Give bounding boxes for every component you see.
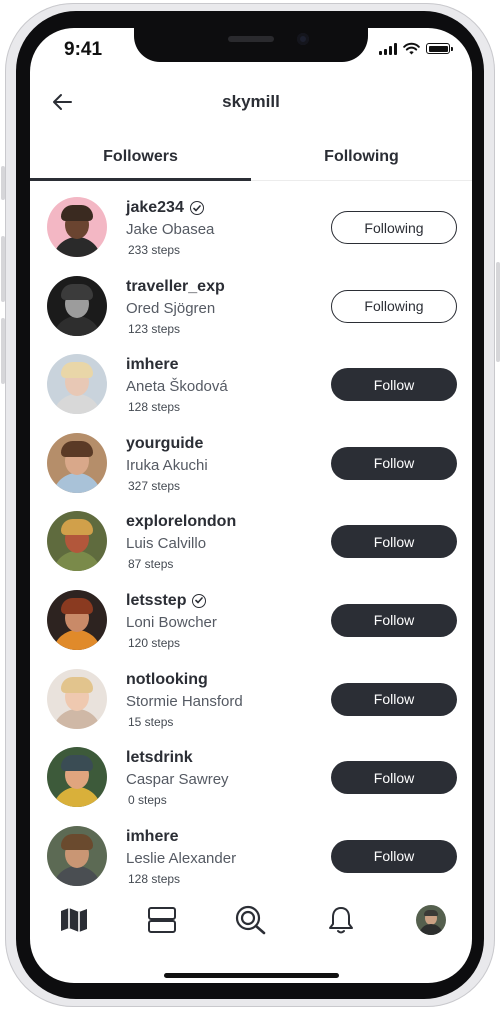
list-item[interactable]: imhere Leslie Alexander 128 steps Follow	[30, 816, 472, 895]
followers-list: jake234 Jake Obasea 233 steps Following trav…	[30, 187, 472, 894]
tab-bar: Followers Following	[30, 140, 472, 181]
status-time: 9:41	[64, 39, 103, 60]
tab-followers[interactable]: Followers	[30, 140, 251, 181]
speaker	[228, 36, 274, 42]
username-label: traveller_exp	[126, 277, 225, 295]
full-name: Jake Obasea	[126, 221, 215, 238]
nav-search[interactable]	[231, 900, 271, 940]
steps-count: 128 steps	[128, 871, 181, 886]
username-label: imhere	[126, 827, 179, 845]
follow-button[interactable]: Follow	[331, 682, 457, 716]
cellular-signal-icon	[379, 42, 397, 55]
tab-following[interactable]: Following	[251, 140, 472, 180]
username[interactable]: yourguide	[126, 435, 203, 453]
nav-feed[interactable]	[142, 900, 182, 940]
steps-count: 15 steps	[128, 714, 174, 729]
username-label: letsdrink	[126, 749, 193, 767]
username[interactable]: letsstep	[126, 591, 207, 610]
username-label: letsstep	[126, 591, 187, 609]
page-title: skymill	[222, 92, 280, 111]
username[interactable]: imhere	[126, 356, 178, 374]
nav-map[interactable]	[54, 900, 94, 940]
verified-check-icon	[189, 201, 204, 215]
follow-button[interactable]: Follow	[331, 761, 457, 795]
status-icons	[379, 42, 453, 55]
full-name: Caspar Sawrey	[126, 771, 229, 789]
list-item[interactable]: letsdrink Caspar Sawrey 0 steps Follow	[30, 737, 472, 816]
username[interactable]: letsdrink	[126, 749, 193, 767]
full-name: Loni Bowcher	[126, 613, 217, 631]
steps-count: 128 steps	[128, 400, 181, 415]
follow-button[interactable]: Follow	[331, 525, 457, 559]
full-name: Stormie Hansford	[126, 692, 243, 710]
list-item[interactable]: explorelondon Luis Calvillo 87 steps Follow	[30, 501, 472, 580]
list-item[interactable]: jake234 Jake Obasea 233 steps Following	[30, 187, 472, 266]
nav-profile[interactable]	[411, 900, 451, 940]
username-label: imhere	[126, 356, 179, 374]
list-item[interactable]: yourguide Iruka Akuchi 327 steps Follow	[30, 423, 472, 502]
full-name: Ored Sjögren	[126, 299, 216, 317]
bell-icon	[329, 907, 353, 934]
username-label: explorelondon	[126, 513, 237, 531]
follow-button[interactable]: Follow	[331, 603, 457, 637]
avatar[interactable]	[47, 354, 107, 415]
follow-button[interactable]: Follow	[331, 368, 457, 402]
full-name: Leslie Alexander	[126, 849, 237, 867]
front-camera	[297, 33, 309, 45]
full-name: Luis Calvillo	[126, 535, 207, 553]
username[interactable]: explorelondon	[126, 513, 236, 531]
steps-count: 123 steps	[128, 321, 181, 336]
username-label: jake234	[126, 199, 184, 216]
list-item[interactable]: imhere Aneta Škodová 128 steps Follow	[30, 344, 472, 423]
follow-button[interactable]: Follow	[331, 446, 457, 480]
avatar[interactable]	[47, 589, 107, 650]
screen: 9:41 skymill Followers Following jake234…	[30, 28, 472, 983]
username[interactable]: traveller_exp	[126, 278, 225, 296]
avatar[interactable]	[47, 197, 107, 257]
profile-avatar	[416, 905, 446, 935]
steps-count: 120 steps	[128, 635, 181, 650]
avatar[interactable]	[47, 747, 107, 808]
avatar[interactable]	[47, 668, 107, 729]
steps-count: 87 steps	[128, 557, 174, 572]
username[interactable]: imhere	[126, 828, 178, 846]
steps-count: 233 steps	[128, 243, 181, 257]
username-label: yourguide	[126, 434, 204, 452]
map-icon	[61, 908, 87, 932]
steps-count: 327 steps	[128, 478, 181, 493]
verified-check-icon	[192, 593, 207, 608]
list-item[interactable]: traveller_exp Ored Sjögren 123 steps Follow…	[30, 266, 472, 345]
following-button[interactable]: Following	[331, 211, 457, 244]
following-button[interactable]: Following	[331, 289, 457, 323]
notch	[134, 28, 368, 62]
avatar[interactable]	[47, 825, 107, 886]
list-item[interactable]: notlooking Stormie Hansford 15 steps Follow	[30, 659, 472, 738]
steps-count: 0 steps	[128, 793, 167, 808]
list-item[interactable]: letsstep Loni Bowcher 120 steps Follow	[30, 580, 472, 659]
avatar[interactable]	[47, 432, 107, 493]
follow-button[interactable]: Follow	[331, 839, 457, 873]
full-name: Aneta Škodová	[126, 378, 228, 396]
avatar[interactable]	[47, 275, 107, 336]
nav-notifications[interactable]	[321, 900, 361, 940]
side-button-power	[496, 262, 500, 362]
feed-icon	[148, 907, 176, 933]
home-indicator	[164, 973, 339, 978]
battery-icon	[426, 43, 453, 54]
bottom-nav	[30, 900, 472, 942]
username[interactable]: notlooking	[126, 671, 208, 689]
full-name: Iruka Akuchi	[126, 456, 208, 474]
username[interactable]: jake234	[126, 199, 204, 217]
avatar[interactable]	[47, 511, 107, 572]
search-icon	[235, 905, 266, 935]
wifi-icon	[403, 42, 420, 55]
username-label: notlooking	[126, 670, 208, 688]
